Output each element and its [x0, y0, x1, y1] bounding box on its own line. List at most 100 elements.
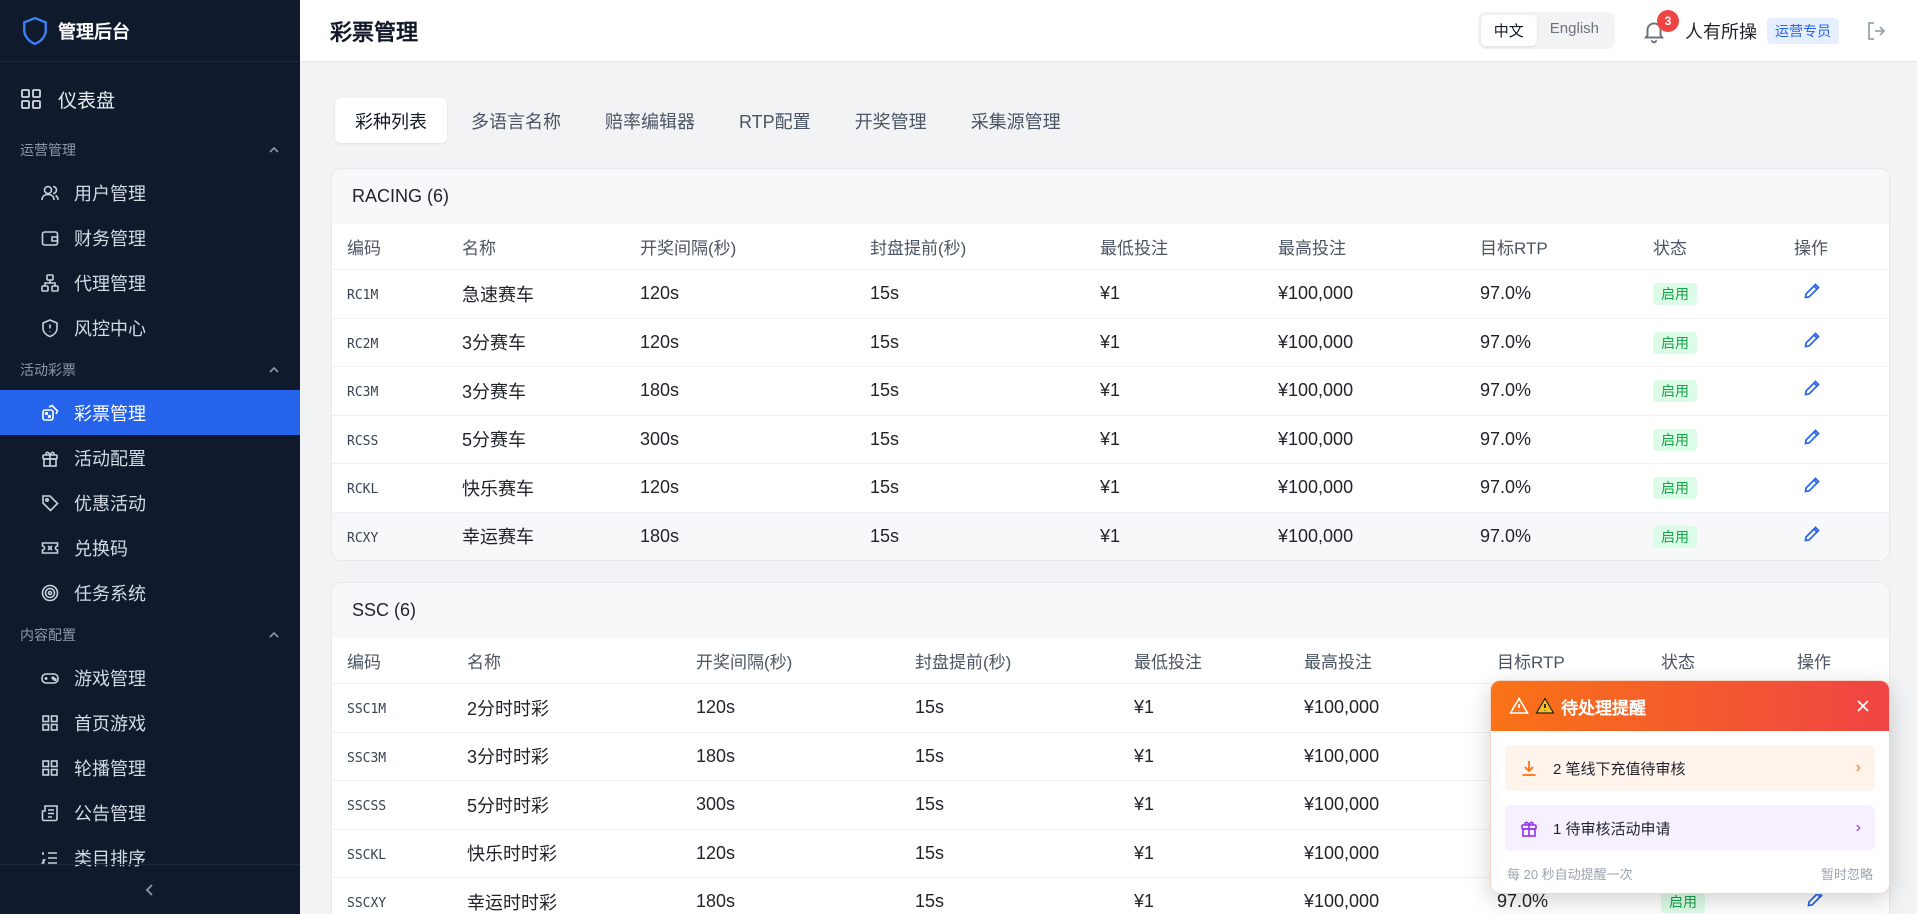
popup-ignore-button[interactable]: 暂时忽略	[1821, 864, 1873, 883]
sidebar-item-agents[interactable]: 代理管理	[0, 260, 300, 305]
column-header: 名称	[462, 239, 496, 258]
tab-lottery-list[interactable]: 彩种列表	[335, 98, 447, 143]
close-before: 15s	[915, 794, 945, 815]
warning-outline-icon	[1509, 696, 1529, 714]
table-cell: ¥100,000	[1278, 332, 1480, 353]
target-rtp: 97.0%	[1480, 283, 1532, 304]
table-header: 编码 名称 开奖间隔(秒) 封盘提前(秒) 最低投注 最高投注 目标RTP 状态 操作	[332, 224, 1889, 269]
close-before: 15s	[915, 697, 945, 718]
target-rtp: 97.0%	[1480, 477, 1532, 498]
lottery-name: 幸运赛车	[462, 527, 534, 548]
lottery-name: 3分赛车	[462, 333, 527, 354]
table-cell: 5分赛车	[462, 426, 640, 452]
table-cell: ¥100,000	[1304, 746, 1497, 767]
edit-button[interactable]	[1794, 427, 1874, 452]
table-cell: 97.0%	[1480, 380, 1653, 401]
popup-item-recharge[interactable]: 2 笔线下充值待审核 ›	[1505, 745, 1875, 791]
table-cell: RC2M	[347, 332, 462, 353]
max-bet: ¥100,000	[1278, 477, 1354, 498]
logout-icon[interactable]	[1865, 20, 1887, 42]
tab-multilang-names[interactable]: 多语言名称	[451, 98, 581, 143]
table-cell: ¥1	[1100, 283, 1278, 304]
tab-odds-editor[interactable]: 赔率编辑器	[585, 98, 715, 143]
min-bet: ¥1	[1100, 477, 1121, 498]
table-cell: 15s	[915, 697, 1134, 718]
ssc-card-title: SSC (6)	[332, 583, 1889, 638]
sidebar-item-label: 代理管理	[74, 273, 146, 294]
notification-button[interactable]: 3	[1641, 9, 1679, 44]
close-icon[interactable]	[1855, 698, 1871, 714]
pencil-icon	[1804, 380, 1820, 396]
sidebar-group-lottery[interactable]: 活动彩票	[0, 350, 300, 390]
lang-zh-button[interactable]: 中文	[1480, 15, 1537, 46]
sidebar-collapse-button[interactable]	[0, 864, 300, 914]
sidebar-item-home-games[interactable]: 首页游戏	[0, 700, 300, 745]
sidebar-item-lottery[interactable]: 彩票管理	[0, 390, 300, 435]
status-badge: 启用	[1653, 380, 1697, 403]
sidebar-item-banners[interactable]: 轮播管理	[0, 745, 300, 790]
sidebar-group-ops[interactable]: 运营管理	[0, 130, 300, 170]
sidebar-group-content[interactable]: 内容配置	[0, 615, 300, 655]
sidebar-item-finance[interactable]: 财务管理	[0, 215, 300, 260]
table-cell: 15s	[915, 843, 1134, 864]
table-cell: ¥1	[1100, 332, 1278, 353]
table-cell: 180s	[640, 526, 870, 547]
user-name[interactable]: 人有所操	[1685, 18, 1757, 44]
page-title: 彩票管理	[330, 19, 419, 45]
draw-interval: 300s	[696, 794, 736, 815]
table-cell: ¥100,000	[1278, 477, 1480, 498]
close-before: 15s	[870, 380, 900, 401]
sidebar-item-redeem[interactable]: 兑换码	[0, 525, 300, 570]
lottery-name: 5分赛车	[462, 430, 527, 451]
racing-table: 编码 名称 开奖间隔(秒) 封盘提前(秒) 最低投注 最高投注 目标RTP 状态 操作 RC1M 急…	[332, 224, 1889, 560]
table-cell: SSCKL	[347, 843, 467, 864]
popup-header: 待处理提醒	[1491, 681, 1889, 731]
edit-button[interactable]	[1794, 524, 1874, 549]
column-header: 最低投注	[1134, 653, 1202, 672]
sidebar-item-events[interactable]: 活动配置	[0, 435, 300, 480]
lottery-code: RCXY	[347, 530, 379, 546]
sidebar-item-dashboard[interactable]: 仪表盘	[0, 68, 300, 130]
brand: 管理后台	[0, 0, 300, 62]
table-cell: RCKL	[347, 477, 462, 498]
draw-interval: 180s	[640, 380, 680, 401]
sidebar-item-games[interactable]: 游戏管理	[0, 655, 300, 700]
tab-source-management[interactable]: 采集源管理	[951, 98, 1081, 143]
sidebar-item-risk[interactable]: 风控中心	[0, 305, 300, 350]
status-badge: 启用	[1653, 477, 1697, 500]
table-cell: 急速赛车	[462, 281, 640, 307]
lang-en-button[interactable]: English	[1537, 15, 1612, 46]
max-bet: ¥100,000	[1304, 794, 1380, 815]
close-before: 15s	[915, 891, 945, 912]
sidebar: 管理后台 仪表盘 运营管理 用户管理 财务管理 代理管理 风控中心 活动彩票 彩…	[0, 0, 300, 914]
table-cell: 15s	[870, 380, 1100, 401]
topbar-actions: 中文 English 3 人有所操 运营专员	[1477, 9, 1887, 49]
popup-item-activity[interactable]: 1 待审核活动申请 ›	[1505, 805, 1875, 851]
lottery-code: RC3M	[347, 385, 379, 401]
lottery-name: 2分时时彩	[467, 698, 550, 719]
sidebar-item-label: 仪表盘	[58, 90, 116, 112]
table-cell: 5分时时彩	[467, 792, 696, 818]
tab-rtp-config[interactable]: RTP配置	[719, 98, 831, 143]
racing-card: RACING (6) 编码 名称 开奖间隔(秒) 封盘提前(秒) 最低投注 最高投注 目标R…	[331, 168, 1890, 561]
sidebar-item-users[interactable]: 用户管理	[0, 170, 300, 215]
edit-button[interactable]	[1794, 281, 1874, 306]
popup-item-label: 2 笔线下充值待审核	[1553, 760, 1686, 778]
max-bet: ¥100,000	[1304, 891, 1380, 912]
lottery-name: 快乐赛车	[462, 478, 534, 499]
table-row: RC3M 3分赛车 180s 15s ¥1 ¥100,000 97.0% 启用	[332, 366, 1889, 415]
lottery-code: SSC3M	[347, 750, 387, 766]
sidebar-item-tasks[interactable]: 任务系统	[0, 570, 300, 615]
table-cell: 幸运赛车	[462, 523, 640, 549]
table-cell: 15s	[915, 891, 1134, 912]
lottery-code: RCKL	[347, 482, 379, 498]
sidebar-item-promotions[interactable]: 优惠活动	[0, 480, 300, 525]
edit-button[interactable]	[1794, 475, 1874, 500]
edit-button[interactable]	[1794, 330, 1874, 355]
tab-draw-management[interactable]: 开奖管理	[835, 98, 947, 143]
table-cell: ¥100,000	[1304, 891, 1497, 912]
table-cell: ¥1	[1100, 477, 1278, 498]
sidebar-item-announcements[interactable]: 公告管理	[0, 790, 300, 835]
edit-button[interactable]	[1794, 378, 1874, 403]
close-before: 15s	[870, 525, 900, 546]
